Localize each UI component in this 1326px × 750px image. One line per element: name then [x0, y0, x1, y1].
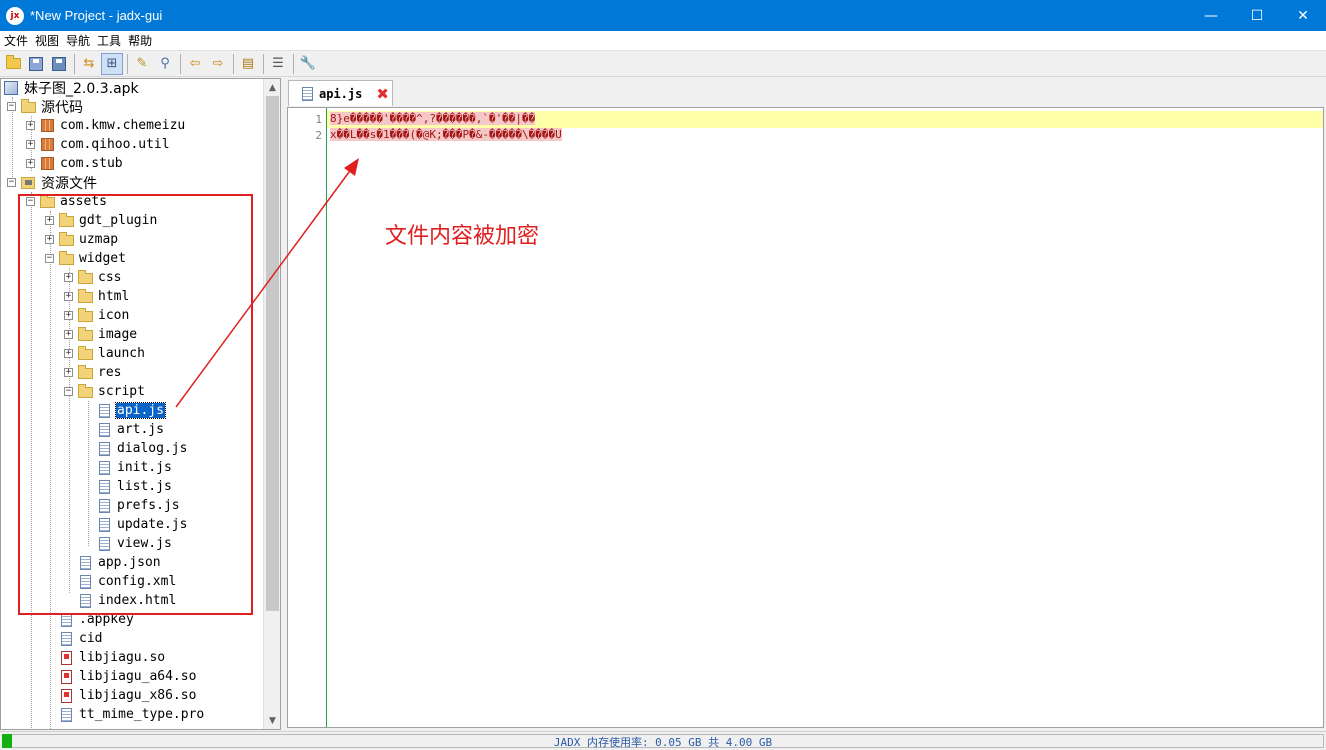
code-text: 8}e�����'����^,?������,`�'��|��: [330, 112, 536, 125]
menu-help[interactable]: 帮助: [126, 32, 157, 49]
document-icon: [58, 631, 74, 647]
flatten-packages-icon[interactable]: ⊞: [101, 52, 123, 75]
source-folder-icon: [20, 99, 36, 115]
tree-root-apk[interactable]: 妹子图_2.0.3.apk: [3, 79, 140, 97]
tree-file[interactable]: libjiagu_a64.so: [58, 667, 197, 686]
toolbar-separator: [293, 53, 294, 74]
toolbar-separator: [233, 53, 234, 74]
scroll-down-icon[interactable]: ▼: [264, 712, 280, 729]
tree-label: tt_mime_type.pro: [79, 707, 205, 722]
tree-node-source[interactable]: − 源代码: [7, 97, 84, 116]
tree-label: 源代码: [41, 99, 83, 116]
code-view[interactable]: 1 2 8}e�����'����^,?������,`�'��|�� x��L…: [287, 107, 1324, 728]
open-file-icon[interactable]: [2, 53, 24, 75]
expand-icon[interactable]: +: [26, 121, 35, 130]
toolbar: ⇆ ⊞ ✎ ⚲ ⇦ ⇨ ▤ ☰ 🔧: [0, 51, 1326, 77]
apk-icon: [3, 80, 19, 96]
tree-file[interactable]: libjiagu_x86.so: [58, 686, 197, 705]
tab-label: api.js: [319, 86, 363, 101]
code-line: 8}e�����'����^,?������,`�'��|��: [330, 112, 536, 125]
jadx-window: jx *New Project - jadx-gui — ☐ ✕ 文件 视图 导…: [0, 0, 1326, 749]
decompile-all-icon[interactable]: ▤: [237, 53, 259, 75]
save-all-icon[interactable]: [48, 53, 70, 75]
toolbar-separator: [127, 53, 128, 74]
forward-icon[interactable]: ⇨: [207, 53, 229, 75]
annotation-label: 文件内容被加密: [385, 224, 540, 249]
tree-label: libjiagu_a64.so: [79, 669, 197, 684]
tree-label: com.qihoo.util: [60, 137, 170, 152]
window-controls: — ☐ ✕: [1188, 0, 1326, 31]
menu-navigation[interactable]: 导航: [64, 32, 95, 49]
menu-view[interactable]: 视图: [33, 32, 64, 49]
expand-icon[interactable]: +: [26, 140, 35, 149]
code-line: x��L��s�1���(�@K;���P�&-�����\����U: [330, 128, 562, 141]
title-bar: jx *New Project - jadx-gui — ☐ ✕: [0, 0, 1326, 31]
scrollbar-thumb[interactable]: [266, 96, 279, 611]
resources-folder-icon: [20, 175, 36, 191]
package-icon: [39, 137, 55, 153]
line-number: 2: [315, 129, 322, 142]
minimize-button[interactable]: —: [1188, 0, 1234, 31]
tree-file[interactable]: tt_mime_type.pro: [58, 705, 205, 724]
collapse-icon[interactable]: −: [7, 178, 16, 187]
memory-status-text: JADX 内存使用率: 0.05 GB 共 4.00 GB: [553, 736, 773, 749]
window-title: *New Project - jadx-gui: [30, 8, 163, 23]
tree-label: 资源文件: [41, 175, 97, 192]
line-number-gutter: 1 2: [288, 108, 327, 727]
jadx-app-icon: jx: [6, 6, 24, 25]
status-bar: JADX 内存使用率: 0.05 GB 共 4.00 GB: [0, 731, 1326, 749]
tree-file[interactable]: cid: [58, 629, 103, 648]
package-icon: [39, 156, 55, 172]
tree-scrollbar[interactable]: ▲ ▼: [263, 79, 280, 729]
tree-label: libjiagu_x86.so: [79, 688, 197, 703]
code-text: x��L��s�1���(�@K;���P�&-�����\����U: [330, 128, 562, 141]
annotation-highlight-box: [18, 194, 253, 615]
preferences-icon[interactable]: 🔧: [297, 53, 319, 75]
menu-bar: 文件 视图 导航 工具 帮助: [0, 31, 1326, 51]
close-button[interactable]: ✕: [1280, 0, 1326, 31]
back-icon[interactable]: ⇦: [184, 53, 206, 75]
close-tab-icon[interactable]: ✖: [376, 85, 389, 103]
scroll-up-icon[interactable]: ▲: [264, 79, 280, 96]
tree-label: com.stub: [60, 156, 123, 171]
tree-label: cid: [79, 631, 103, 646]
binary-file-icon: [58, 650, 74, 666]
binary-file-icon: [58, 688, 74, 704]
document-icon: [58, 707, 74, 723]
search-class-icon[interactable]: ⚲: [154, 53, 176, 75]
tree-package[interactable]: + com.stub: [26, 154, 124, 173]
log-icon[interactable]: ☰: [267, 53, 289, 75]
search-text-icon[interactable]: ✎: [131, 53, 153, 75]
tree-package[interactable]: + com.kmw.chemeizu: [26, 116, 186, 135]
tree-file[interactable]: libjiagu.so: [58, 648, 166, 667]
line-number: 1: [315, 113, 322, 126]
tree-package[interactable]: + com.qihoo.util: [26, 135, 171, 154]
tree-label: libjiagu.so: [79, 650, 166, 665]
tree-label: com.kmw.chemeizu: [60, 118, 186, 133]
menu-file[interactable]: 文件: [2, 32, 33, 49]
toolbar-separator: [180, 53, 181, 74]
collapse-icon[interactable]: −: [7, 102, 16, 111]
binary-file-icon: [58, 669, 74, 685]
package-icon: [39, 118, 55, 134]
maximize-button[interactable]: ☐: [1234, 0, 1280, 31]
toolbar-separator: [74, 53, 75, 74]
expand-icon[interactable]: +: [26, 159, 35, 168]
document-icon: [299, 86, 315, 102]
editor-panel: api.js ✖ 1 2 8}e�����'����^,?������,`�'�…: [285, 78, 1326, 730]
add-files-icon[interactable]: [25, 53, 47, 75]
toolbar-separator: [263, 53, 264, 74]
menu-tools[interactable]: 工具: [95, 32, 126, 49]
sync-tree-icon[interactable]: ⇆: [78, 53, 100, 75]
tree-label: 妹子图_2.0.3.apk: [24, 80, 139, 97]
editor-tab[interactable]: api.js ✖: [288, 80, 393, 106]
tree-node-resources[interactable]: − 资源文件: [7, 173, 98, 192]
